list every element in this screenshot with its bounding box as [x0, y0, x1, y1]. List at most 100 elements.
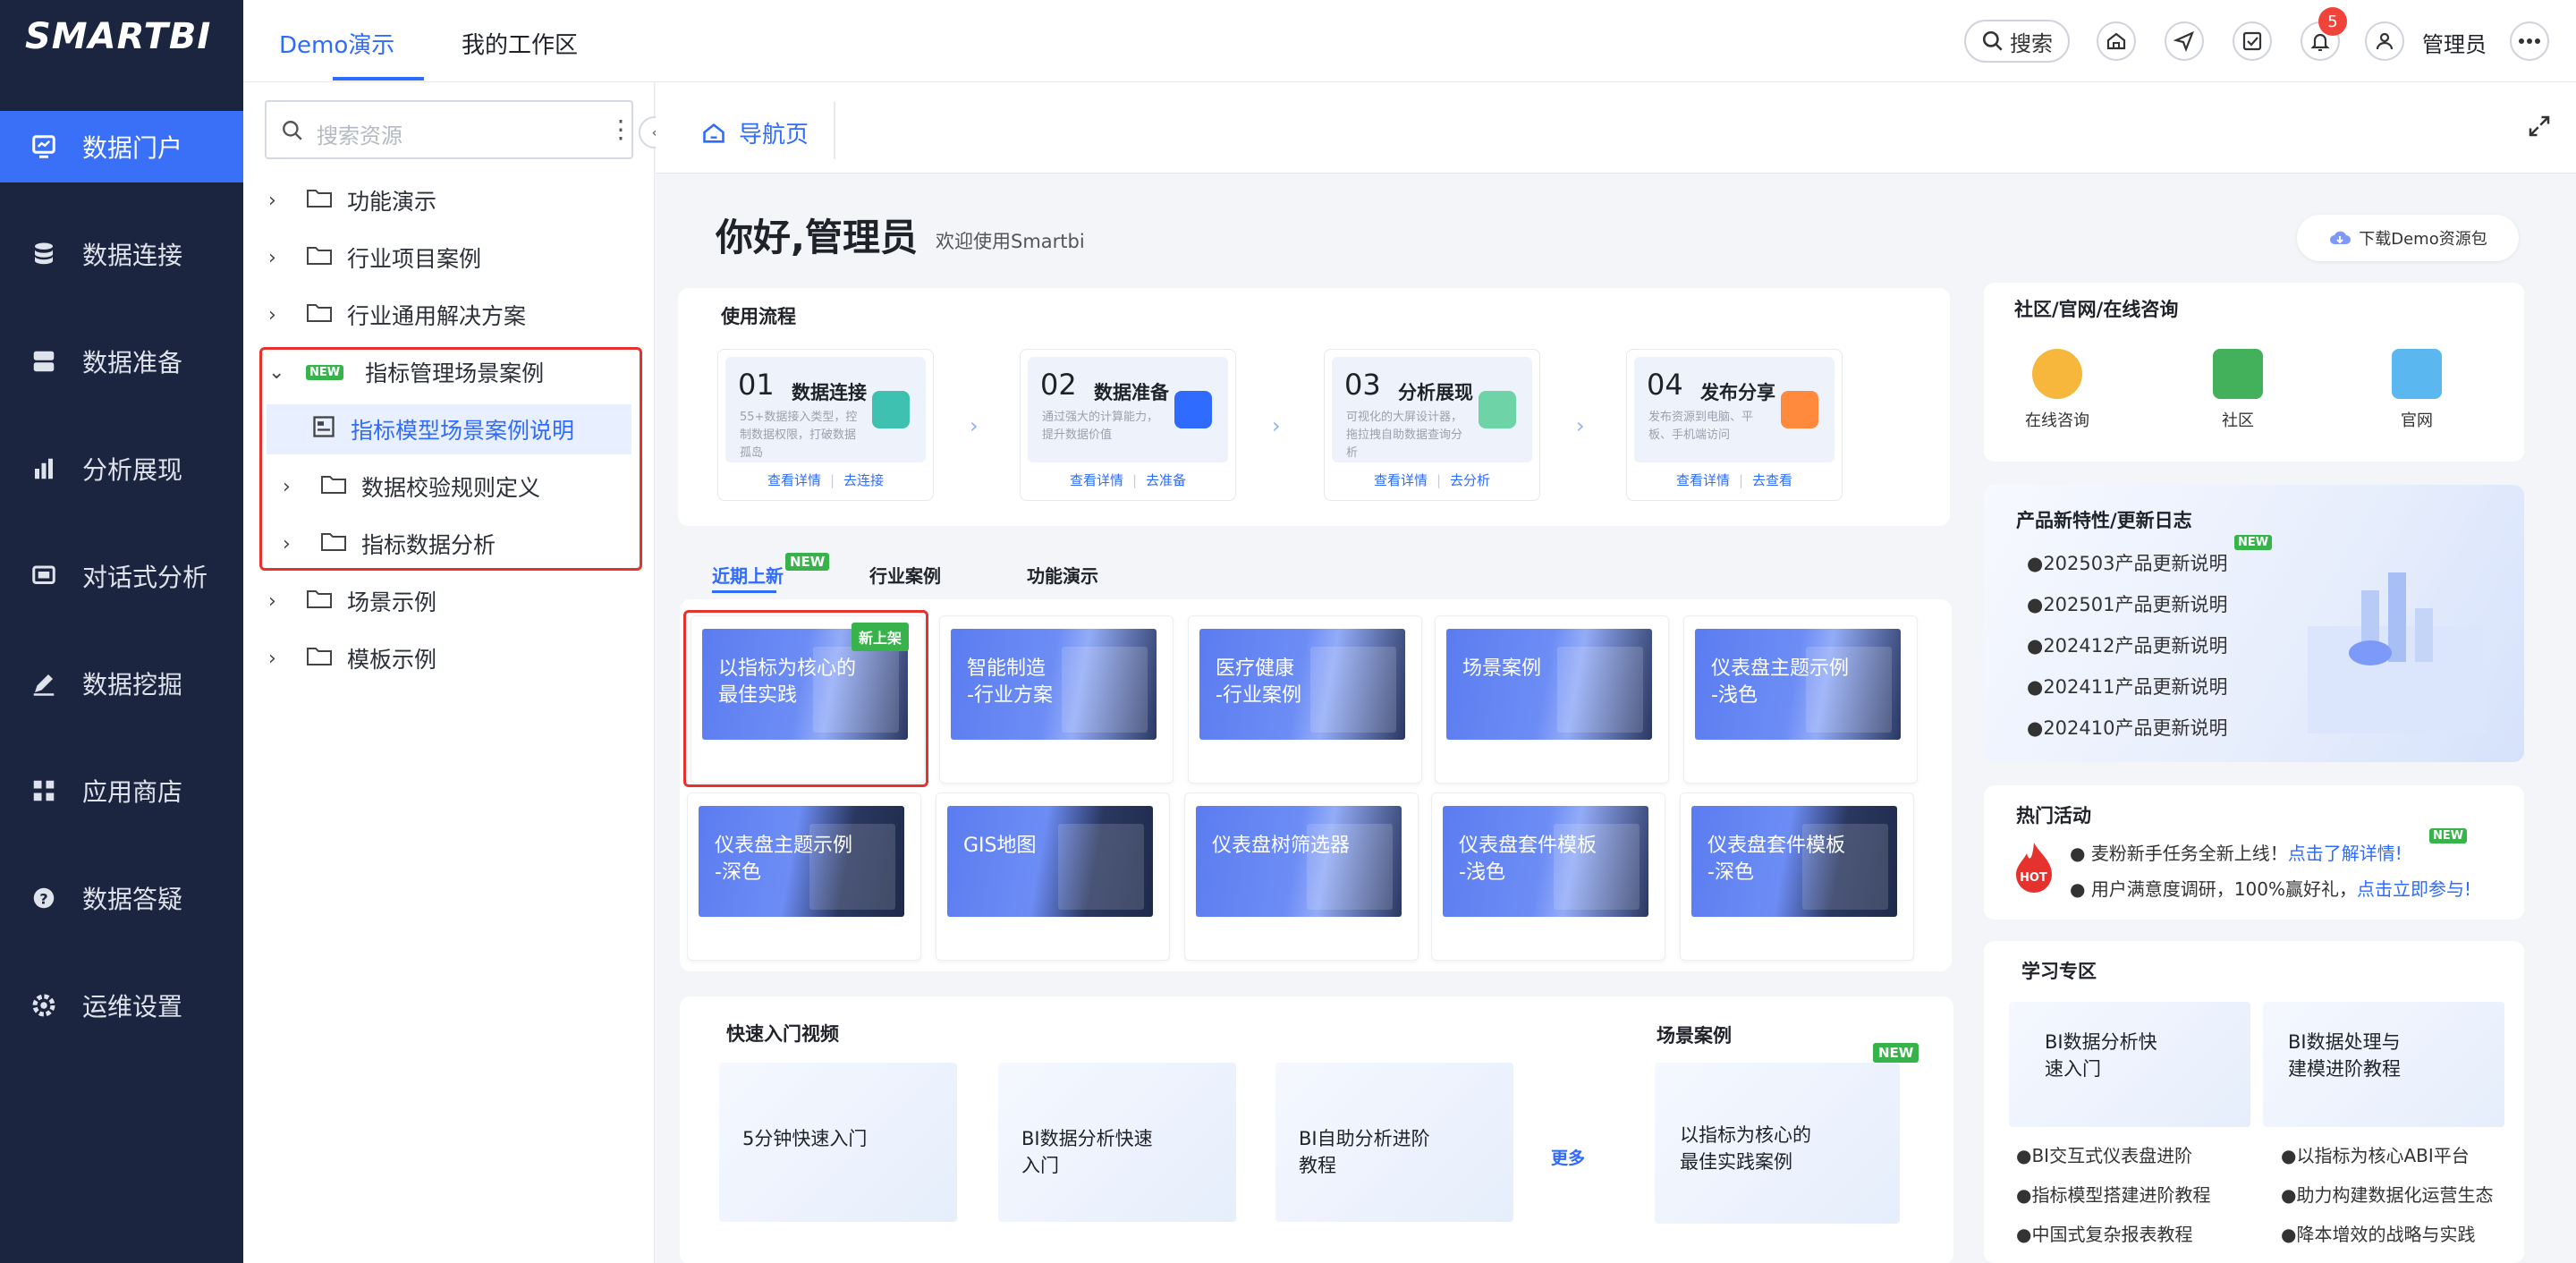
case-card-8[interactable]: 仪表盘套件模板 -浅色: [1431, 793, 1665, 961]
send-button[interactable]: [2165, 21, 2204, 61]
download-demo-button[interactable]: 下载Demo资源包: [2297, 215, 2519, 261]
flow-step-3: 03 分析展现 可视化的大屏设计器，拖拉拽自助数据查询分析 查看详情 | 去分析: [1324, 349, 1540, 501]
tree-item-0[interactable]: › 功能演示: [268, 175, 436, 225]
go-action-link[interactable]: 去分析: [1450, 472, 1490, 488]
videos-title: 快速入门视频: [726, 1023, 839, 1045]
nav-item-4[interactable]: 对话式分析: [0, 540, 243, 612]
folder-icon: [306, 645, 333, 672]
chevron-right-icon[interactable]: ›: [268, 247, 295, 269]
learn-card-2[interactable]: BI数据处理与 建模进阶教程: [2263, 1002, 2504, 1127]
gear-icon: [30, 992, 57, 1019]
case-thumbnail: 仪表盘主题示例 -深色: [699, 806, 904, 917]
tree-item-1[interactable]: › 行业项目案例: [268, 233, 481, 283]
chevron-right-icon[interactable]: ›: [268, 190, 295, 212]
tab-recent[interactable]: 近期上新: [712, 562, 784, 588]
avatar[interactable]: [2365, 21, 2404, 61]
scene-case-thumb[interactable]: 以指标为核心的 最佳实践案例: [1655, 1063, 1900, 1224]
case-card-9[interactable]: 仪表盘套件模板 -深色: [1680, 793, 1914, 961]
nav-item-3[interactable]: 分析展现: [0, 433, 243, 504]
chevron-right-icon[interactable]: ›: [268, 590, 295, 613]
update-log-item-3[interactable]: ●202411产品更新说明: [2027, 673, 2228, 699]
folder-icon: [306, 588, 333, 615]
flow-step-links: 查看详情 | 去连接: [718, 470, 933, 489]
community-item-0[interactable]: 在线咨询: [2012, 349, 2102, 431]
home-button[interactable]: [2097, 21, 2136, 61]
view-details-link[interactable]: 查看详情: [1676, 472, 1730, 488]
view-details-link[interactable]: 查看详情: [1070, 472, 1123, 488]
nav-item-5[interactable]: 数据挖掘: [0, 648, 243, 719]
expand-icon: [2529, 115, 2550, 137]
case-card-7[interactable]: 仪表盘树筛选器: [1184, 793, 1419, 961]
learn-card-1[interactable]: BI数据分析快 速入门: [2009, 1002, 2250, 1127]
update-log-item-4[interactable]: ●202410产品更新说明: [2027, 714, 2228, 741]
global-search-button[interactable]: 搜索: [1964, 20, 2070, 63]
tree-item-3[interactable]: ⌄ NEW 指标管理场景案例: [268, 347, 544, 397]
learn-link[interactable]: ●BI交互式仪表盘进阶: [2016, 1141, 2192, 1167]
case-card-6[interactable]: GIS地图: [936, 793, 1170, 961]
learn-link[interactable]: ●助力构建数据化运营生态: [2281, 1181, 2493, 1207]
nav-item-0[interactable]: 数据门户: [0, 111, 243, 182]
welcome-subtitle: 欢迎使用Smartbi: [936, 231, 1085, 252]
event-link-1[interactable]: 点击了解详情!: [2288, 843, 2402, 864]
resource-search-box[interactable]: 搜索资源 ⋮: [265, 100, 633, 159]
learn-link[interactable]: ●降本增效的战略与实践: [2281, 1220, 2475, 1246]
video-card-0[interactable]: 5分钟快速入门: [719, 1063, 957, 1222]
nav-item-1[interactable]: 数据连接: [0, 218, 243, 290]
chevron-right-icon: ›: [1576, 413, 1585, 438]
tab-workspace[interactable]: 我的工作区: [462, 27, 578, 60]
event-link-2[interactable]: 点击立即参与!: [2357, 878, 2471, 900]
nav-item-6[interactable]: 应用商店: [0, 755, 243, 826]
community-item-1[interactable]: 社区: [2193, 349, 2283, 431]
case-card-2[interactable]: 医疗健康 -行业案例: [1188, 615, 1422, 784]
tab-demo[interactable]: Demo演示: [279, 27, 394, 60]
tree-options-icon[interactable]: ⋮: [608, 114, 633, 144]
tasks-button[interactable]: [2233, 21, 2272, 61]
view-details-link[interactable]: 查看详情: [767, 472, 821, 488]
top-bar: [243, 0, 2576, 82]
breadcrumb[interactable]: 导航页: [701, 116, 809, 149]
chevron-down-icon[interactable]: ⌄: [268, 361, 295, 384]
tab-industry-cases[interactable]: 行业案例: [869, 562, 941, 588]
chevron-right-icon: ›: [970, 413, 979, 438]
chevron-right-icon[interactable]: ›: [268, 648, 295, 670]
case-card-3[interactable]: 场景案例: [1435, 615, 1669, 784]
go-action-link[interactable]: 去连接: [843, 472, 884, 488]
dashboard-preview: [1557, 647, 1643, 733]
learn-link[interactable]: ●以指标为核心ABI平台: [2281, 1141, 2470, 1167]
learn-link[interactable]: ●指标模型搭建进阶教程: [2016, 1181, 2210, 1207]
resource-search-input[interactable]: 搜索资源: [317, 118, 402, 149]
more-menu-button[interactable]: [2510, 21, 2549, 61]
nav-item-8[interactable]: 运维设置: [0, 970, 243, 1041]
video-card-1[interactable]: BI数据分析快速 入门: [998, 1063, 1236, 1222]
tree-item-5[interactable]: › 数据校验规则定义: [283, 462, 540, 512]
tree-item-8[interactable]: › 模板示例: [268, 633, 436, 683]
chevron-right-icon[interactable]: ›: [268, 304, 295, 326]
fullscreen-button[interactable]: [2526, 113, 2553, 143]
chevron-right-icon[interactable]: ›: [283, 476, 309, 498]
nav-item-2[interactable]: 数据准备: [0, 326, 243, 397]
case-card-4[interactable]: 仪表盘主题示例 -浅色: [1683, 615, 1918, 784]
username[interactable]: 管理员: [2422, 27, 2487, 58]
case-card-5[interactable]: 仪表盘主题示例 -深色: [687, 793, 921, 961]
tree-item-7[interactable]: › 场景示例: [268, 576, 436, 626]
home-icon: [703, 123, 724, 143]
community-item-2[interactable]: 官网: [2372, 349, 2462, 431]
video-card-2[interactable]: BI自助分析进阶 教程: [1275, 1063, 1513, 1222]
update-log-item-2[interactable]: ●202412产品更新说明: [2027, 632, 2228, 658]
update-log-item-0[interactable]: ●202503产品更新说明: [2027, 549, 2228, 576]
more-videos-link[interactable]: 更多: [1551, 1145, 1585, 1169]
update-log-item-1[interactable]: ●202501产品更新说明: [2027, 590, 2228, 617]
tree-item-4[interactable]: 指标模型场景案例说明: [311, 404, 574, 454]
view-details-link[interactable]: 查看详情: [1374, 472, 1428, 488]
case-card-1[interactable]: 智能制造 -行业方案: [939, 615, 1174, 784]
go-action-link[interactable]: 去查看: [1752, 472, 1792, 488]
go-action-link[interactable]: 去准备: [1146, 472, 1186, 488]
nav-item-7[interactable]: ? 数据答疑: [0, 862, 243, 934]
chevron-right-icon[interactable]: ›: [283, 533, 309, 555]
tab-feature-demo[interactable]: 功能演示: [1027, 562, 1098, 588]
chat-icon: [1479, 391, 1516, 428]
dashboard-preview: [1310, 647, 1396, 733]
tree-item-6[interactable]: › 指标数据分析: [283, 519, 496, 569]
learn-link[interactable]: ●中国式复杂报表教程: [2016, 1220, 2192, 1246]
tree-item-2[interactable]: › 行业通用解决方案: [268, 290, 526, 340]
